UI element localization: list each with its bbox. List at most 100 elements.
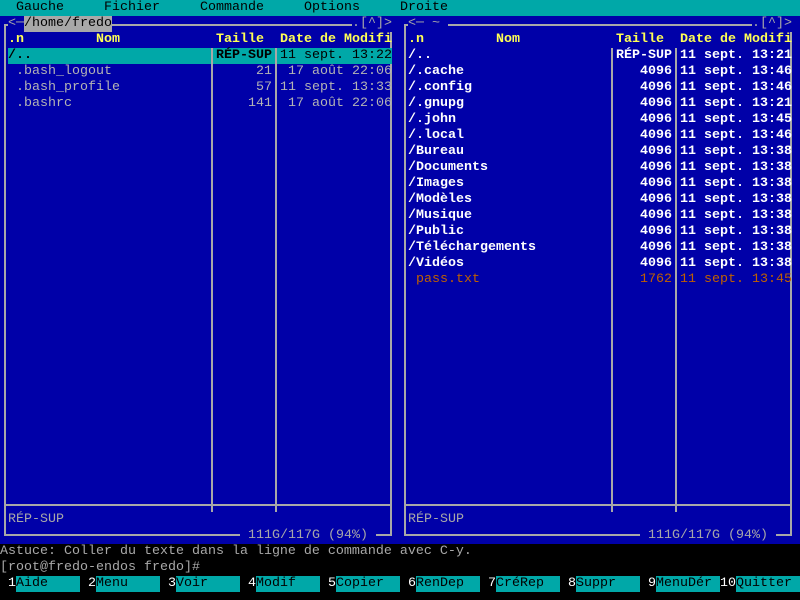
fkey-voir-button[interactable]: Voir (176, 576, 240, 592)
file-name[interactable]: /Musique (408, 208, 472, 224)
menu-options[interactable]: Options (304, 0, 360, 16)
file-size: 21 (256, 64, 272, 79)
panel-status: RÉP-SUP (408, 512, 464, 527)
column-header-date[interactable]: Date de Modifi (280, 32, 392, 48)
command-prompt[interactable]: [root@fredo-endos fredo]# (0, 560, 200, 576)
menu-gauche[interactable]: Gauche (16, 0, 64, 16)
file-name[interactable]: .bash_logout (8, 64, 112, 80)
fkey-number: 9 (648, 576, 656, 592)
fkey-number: 2 (88, 576, 96, 592)
nav-left-button[interactable]: <─ (8, 16, 24, 32)
fkey-suppr-button[interactable]: Suppr (576, 576, 640, 592)
fkey-aide-button[interactable]: Aide (16, 576, 80, 592)
file-name[interactable]: /Bureau (408, 144, 464, 160)
status-separator (4, 504, 392, 506)
file-name[interactable]: /.. (8, 48, 32, 64)
file-name[interactable]: /Images (408, 176, 464, 192)
file-size: RÉP-SUP (216, 48, 272, 63)
panel-path: ~ (424, 16, 448, 32)
file-size: 141 (248, 96, 272, 111)
file-date: 11 sept. 13:46 (680, 64, 792, 79)
fkey-crérep-button[interactable]: CréRep (496, 576, 560, 592)
file-date: 17 août 22:06 (280, 96, 392, 111)
file-size: 4096 (640, 240, 672, 255)
file-name[interactable]: pass.txt (408, 272, 480, 288)
column-header-size[interactable]: Taille (216, 32, 264, 48)
file-date: 11 sept. 13:38 (680, 256, 792, 271)
panel-status: RÉP-SUP (8, 512, 64, 527)
menu-bar: Gauche Fichier Commande Options Droite (0, 0, 800, 16)
file-name[interactable]: .bash_profile (8, 80, 120, 96)
fkey-number: 8 (568, 576, 576, 592)
column-divider (611, 48, 613, 512)
fkey-copier-button[interactable]: Copier (336, 576, 400, 592)
file-name[interactable]: /Téléchargements (408, 240, 536, 256)
column-header-size[interactable]: Taille (616, 32, 664, 48)
fkey-rendep-button[interactable]: RenDep (416, 576, 480, 592)
column-divider (211, 48, 213, 512)
file-size: 4096 (640, 80, 672, 95)
file-name[interactable]: /.config (408, 80, 472, 96)
file-size: 4096 (640, 64, 672, 79)
file-size: 4096 (640, 224, 672, 239)
fkey-menu-button[interactable]: Menu (96, 576, 160, 592)
file-name[interactable]: /.gnupg (408, 96, 464, 112)
file-date: 11 sept. 13:46 (680, 128, 792, 143)
file-name[interactable]: /Documents (408, 160, 488, 176)
file-name[interactable]: /Modèles (408, 192, 472, 208)
right-panel[interactable]: <─ ~ .[^]> .n Nom Taille Date de Modifi /.. RÉ… (400, 16, 800, 544)
column-divider (675, 48, 677, 512)
column-header-date[interactable]: Date de Modifi (680, 32, 792, 48)
menu-droite[interactable]: Droite (400, 0, 448, 16)
file-date: 11 sept. 13:38 (680, 176, 792, 191)
panel-path: /home/fredo (24, 16, 112, 32)
file-date: 11 sept. 13:21 (680, 48, 792, 63)
fkey-modif-button[interactable]: Modif (256, 576, 320, 592)
file-name[interactable]: /.. (408, 48, 432, 64)
fkey-number: 3 (168, 576, 176, 592)
file-date: 11 sept. 13:45 (680, 272, 792, 287)
column-divider (275, 48, 277, 512)
file-name[interactable]: .bashrc (8, 96, 72, 112)
file-size: RÉP-SUP (616, 48, 672, 63)
file-size: 4096 (640, 112, 672, 127)
fkey-number: 7 (488, 576, 496, 592)
menu-fichier[interactable]: Fichier (104, 0, 160, 16)
file-size: 4096 (640, 160, 672, 175)
file-date: 11 sept. 13:38 (680, 240, 792, 255)
sort-indicator[interactable]: .n (8, 32, 24, 48)
column-header-name[interactable]: Nom (496, 32, 520, 48)
fkey-number: 4 (248, 576, 256, 592)
left-panel[interactable]: <─/home/fredo .[^]> .n Nom Taille Date de Mod… (0, 16, 400, 544)
file-date: 11 sept. 13:38 (680, 144, 792, 159)
file-name[interactable]: /Public (408, 224, 464, 240)
nav-right-button[interactable]: .[^]> (752, 16, 792, 32)
file-size: 1762 (640, 272, 672, 287)
sort-indicator[interactable]: .n (408, 32, 424, 48)
fkey-number: 1 (8, 576, 16, 592)
hint-line: Astuce: Coller du texte dans la ligne de… (0, 544, 472, 559)
file-date: 11 sept. 13:38 (680, 192, 792, 207)
file-size: 57 (256, 80, 272, 95)
file-size: 4096 (640, 144, 672, 159)
nav-right-button[interactable]: .[^]> (352, 16, 392, 32)
menu-commande[interactable]: Commande (200, 0, 264, 16)
file-date: 11 sept. 13:45 (680, 112, 792, 127)
column-header-name[interactable]: Nom (96, 32, 120, 48)
fkey-quitter-button[interactable]: Quitter (736, 576, 800, 592)
file-name[interactable]: /Vidéos (408, 256, 464, 272)
fkey-number: 6 (408, 576, 416, 592)
file-date: 11 sept. 13:33 (280, 80, 392, 95)
file-size: 4096 (640, 128, 672, 143)
file-date: 11 sept. 13:46 (680, 80, 792, 95)
disk-usage: 111G/117G (94%) (240, 528, 376, 544)
nav-left-button[interactable]: <─ (408, 16, 424, 32)
file-name[interactable]: /.local (408, 128, 464, 144)
file-size: 4096 (640, 256, 672, 271)
disk-usage: 111G/117G (94%) (640, 528, 776, 544)
fkey-menudér-button[interactable]: MenuDér (656, 576, 720, 592)
file-name[interactable]: /.cache (408, 64, 464, 80)
file-date: 11 sept. 13:21 (680, 96, 792, 111)
file-name[interactable]: /.john (408, 112, 456, 128)
status-separator (404, 504, 792, 506)
